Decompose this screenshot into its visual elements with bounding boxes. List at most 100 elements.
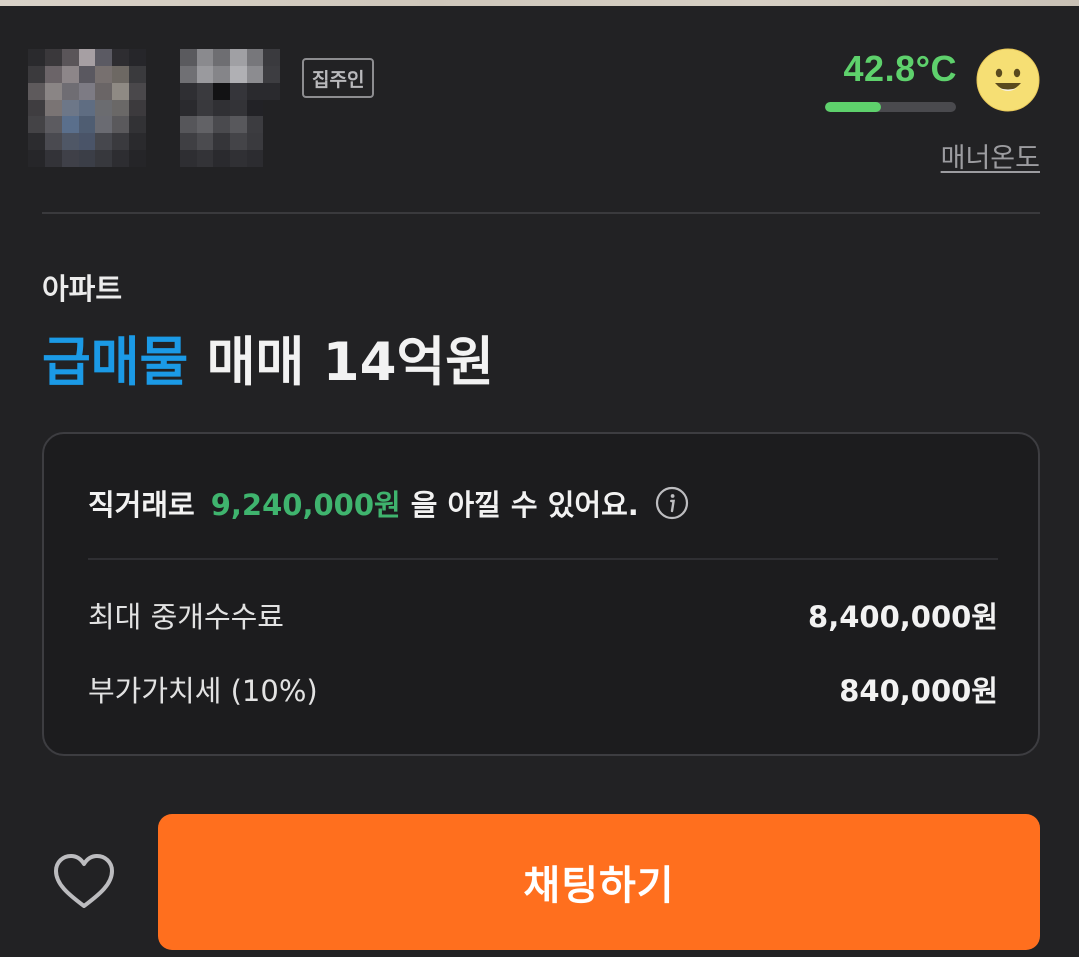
avatar-pixel bbox=[61, 150, 79, 167]
avatar-pixel bbox=[78, 99, 96, 117]
avatar-pixel bbox=[61, 99, 79, 117]
avatar-pixel bbox=[78, 150, 96, 167]
avatar-pixel bbox=[61, 82, 79, 100]
avatar-pixel bbox=[129, 65, 146, 83]
avatar-pixel bbox=[44, 133, 62, 151]
name-pixel bbox=[213, 150, 230, 167]
avatar-pixel bbox=[78, 65, 96, 83]
avatar-pixel bbox=[112, 82, 130, 100]
name-pixel bbox=[263, 116, 280, 134]
savings-summary: 직거래로 9,240,000원 을 아낄 수 있어요. bbox=[88, 482, 689, 524]
avatar-pixel bbox=[129, 116, 146, 134]
name-pixel bbox=[229, 82, 247, 100]
direct-deal-savings-card: 직거래로 9,240,000원 을 아낄 수 있어요. 최대 중개수수료 8,4… bbox=[42, 432, 1040, 756]
avatar-pixel bbox=[61, 133, 79, 151]
host-badge: 집주인 bbox=[302, 58, 375, 98]
name-pixel bbox=[180, 82, 197, 100]
name-pixel bbox=[263, 99, 280, 117]
deal-price: 매매 14억원 bbox=[206, 332, 494, 393]
name-pixel bbox=[196, 49, 214, 66]
avatar-pixel bbox=[95, 82, 113, 100]
fee-label: 부가가치세 (10%) bbox=[88, 674, 318, 708]
manner-temperature-link[interactable]: 매너온도 bbox=[941, 136, 1040, 175]
name-pixel bbox=[213, 82, 230, 100]
avatar-pixel bbox=[78, 116, 96, 134]
name-pixel bbox=[196, 133, 214, 151]
chat-button[interactable]: 채팅하기 bbox=[158, 814, 1040, 950]
fee-row: 최대 중개수수료 8,400,000원 bbox=[88, 594, 998, 636]
name-pixel bbox=[196, 116, 214, 134]
name-pixel bbox=[229, 150, 247, 167]
avatar-pixel bbox=[95, 65, 113, 83]
heart-icon[interactable] bbox=[48, 846, 120, 918]
name-pixel bbox=[229, 99, 247, 117]
name-pixel bbox=[213, 99, 230, 117]
name-pixel bbox=[196, 82, 214, 100]
savings-prefix: 직거래로 bbox=[88, 488, 195, 522]
fee-value: 8,400,000원 bbox=[808, 600, 998, 634]
section-divider bbox=[42, 212, 1040, 214]
avatar-pixel bbox=[112, 49, 130, 66]
name-pixel bbox=[213, 116, 230, 134]
avatar-pixel bbox=[129, 99, 146, 117]
avatar-pixel bbox=[129, 82, 146, 100]
name-pixel bbox=[180, 65, 197, 83]
name-pixel bbox=[263, 133, 280, 151]
avatar-pixel bbox=[129, 150, 146, 167]
name-pixel bbox=[180, 133, 197, 151]
avatar[interactable] bbox=[28, 49, 146, 167]
manner-temperature-fill bbox=[825, 102, 882, 112]
name-pixel bbox=[229, 133, 247, 151]
name-pixel bbox=[180, 49, 197, 66]
card-divider bbox=[88, 558, 998, 560]
avatar-pixel bbox=[78, 133, 96, 151]
name-pixel bbox=[213, 65, 230, 83]
avatar-pixel bbox=[95, 150, 113, 167]
listing-detail-panel: 집주인 42.8°C 매너온도 아파트 급매물 매매 14억원 직거래로 9,2… bbox=[0, 6, 1079, 957]
name-pixel bbox=[246, 99, 264, 117]
name-pixel bbox=[213, 49, 230, 66]
avatar-pixel bbox=[44, 99, 62, 117]
avatar-pixel bbox=[44, 82, 62, 100]
avatar-pixel bbox=[112, 65, 130, 83]
avatar-pixel bbox=[44, 65, 62, 83]
property-type: 아파트 bbox=[42, 272, 123, 306]
fee-row: 부가가치세 (10%) 840,000원 bbox=[88, 668, 998, 710]
avatar-pixel bbox=[28, 82, 45, 100]
name-pixel bbox=[196, 65, 214, 83]
name-pixel bbox=[246, 65, 264, 83]
manner-temperature-bar bbox=[825, 102, 956, 112]
savings-amount: 9,240,000원 bbox=[210, 488, 401, 522]
avatar-pixel bbox=[112, 116, 130, 134]
name-pixel bbox=[246, 150, 264, 167]
fee-value: 840,000원 bbox=[839, 674, 998, 708]
avatar-pixel bbox=[44, 116, 62, 134]
manner-temperature-value: 42.8°C bbox=[843, 48, 957, 89]
avatar-pixel bbox=[112, 99, 130, 117]
name-pixel bbox=[246, 82, 264, 100]
avatar-pixel bbox=[61, 49, 79, 66]
name-pixel bbox=[246, 133, 264, 151]
avatar-pixel bbox=[28, 133, 45, 151]
name-pixel bbox=[213, 133, 230, 151]
fee-label: 최대 중개수수료 bbox=[88, 600, 284, 634]
avatar-pixel bbox=[95, 99, 113, 117]
info-icon[interactable] bbox=[655, 486, 689, 520]
avatar-pixel bbox=[28, 116, 45, 134]
avatar-pixel bbox=[95, 49, 113, 66]
savings-suffix: 을 아낄 수 있어요. bbox=[410, 488, 639, 522]
name-pixel bbox=[263, 82, 280, 100]
name-pixel bbox=[196, 99, 214, 117]
urgent-sale-label: 급매물 bbox=[42, 332, 189, 393]
avatar-pixel bbox=[78, 82, 96, 100]
avatar-pixel bbox=[129, 49, 146, 66]
smiley-face-icon bbox=[976, 48, 1040, 112]
name-pixel bbox=[229, 49, 247, 66]
avatar-pixel bbox=[44, 49, 62, 66]
user-name-censored[interactable] bbox=[180, 49, 280, 167]
name-pixel bbox=[180, 99, 197, 117]
avatar-pixel bbox=[112, 133, 130, 151]
name-pixel bbox=[263, 49, 280, 66]
name-pixel bbox=[246, 116, 264, 134]
name-pixel bbox=[229, 116, 247, 134]
